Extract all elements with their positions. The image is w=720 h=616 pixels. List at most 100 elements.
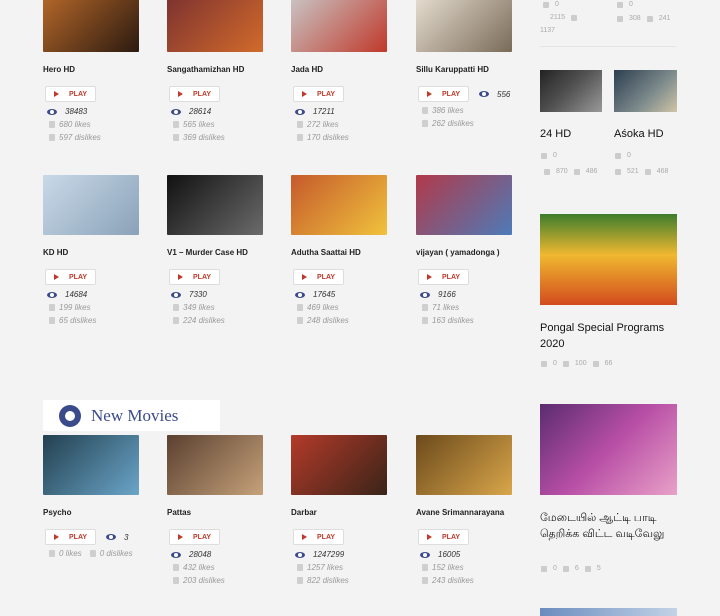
- sidebar-top-dislikes-a: 1137: [540, 27, 556, 34]
- sidebar-thumb-pongal[interactable]: [540, 214, 677, 305]
- eye-icon: [171, 291, 181, 298]
- divider: [540, 46, 676, 47]
- play-icon: [427, 534, 432, 540]
- movie-card[interactable]: Hero HD PLAY 38483 680 likes 597 dislike…: [43, 0, 139, 142]
- play-button[interactable]: PLAY: [45, 269, 97, 285]
- thumbs-down-icon: [297, 317, 303, 324]
- movie-thumbnail[interactable]: [43, 175, 139, 235]
- play-button[interactable]: PLAY: [293, 529, 345, 545]
- play-button[interactable]: PLAY: [169, 269, 221, 285]
- movie-thumbnail[interactable]: [167, 0, 263, 52]
- view-count: 3: [106, 533, 128, 542]
- movie-card[interactable]: vijayan ( yamadonga ) PLAY 9166 71 likes…: [416, 175, 512, 325]
- sidebar-thumb-asoka[interactable]: [614, 70, 677, 112]
- movie-thumbnail[interactable]: [291, 0, 387, 52]
- eye-icon: [47, 291, 57, 298]
- view-count: 16005: [420, 550, 512, 559]
- movie-title[interactable]: Hero HD: [43, 65, 163, 74]
- eye-icon: [420, 551, 430, 558]
- likes: 1257 likes: [297, 563, 387, 572]
- movie-card[interactable]: V1 – Murder Case HD PLAY 7330 349 likes …: [167, 175, 263, 325]
- sidebar-thumb-next[interactable]: [540, 608, 677, 616]
- likes: 0 likes: [49, 549, 82, 558]
- movie-title[interactable]: vijayan ( yamadonga ): [416, 248, 536, 257]
- sidebar-thumb-24[interactable]: [540, 70, 602, 112]
- thumbs-down-icon: [173, 317, 179, 324]
- movie-title[interactable]: Avane Srimannarayana: [416, 508, 536, 517]
- play-button[interactable]: PLAY: [169, 86, 221, 102]
- thumbs-down-icon: [297, 577, 303, 584]
- play-icon: [178, 91, 183, 97]
- play-button[interactable]: PLAY: [293, 86, 345, 102]
- movie-thumbnail[interactable]: [167, 435, 263, 495]
- movie-card[interactable]: KD HD PLAY 14684 199 likes 65 dislikes: [43, 175, 139, 325]
- eye-icon: [106, 534, 117, 540]
- thumbs-down-icon: [422, 317, 428, 324]
- movie-title[interactable]: V1 – Murder Case HD: [167, 248, 287, 257]
- play-button[interactable]: PLAY: [293, 269, 345, 285]
- play-button[interactable]: PLAY: [418, 86, 470, 102]
- dislikes: 224 dislikes: [173, 316, 263, 325]
- play-button[interactable]: PLAY: [418, 269, 470, 285]
- thumbs-up-icon: [173, 564, 179, 571]
- movie-card[interactable]: Adutha Saattai HD PLAY 17645 469 likes 2…: [291, 175, 387, 325]
- eye-icon: [479, 91, 490, 97]
- thumbs-up-icon: [173, 121, 179, 128]
- dislikes: 369 dislikes: [173, 133, 263, 142]
- sidebar-title-asoka[interactable]: Aśoka HD: [614, 128, 664, 140]
- view-count: 14684: [47, 290, 139, 299]
- movie-title[interactable]: Darbar: [291, 508, 411, 517]
- sidebar-title-pongal[interactable]: Pongal Special Programs 2020: [540, 320, 680, 352]
- eye-icon: [295, 551, 305, 558]
- movie-title[interactable]: Psycho: [43, 508, 163, 517]
- play-button[interactable]: PLAY: [45, 86, 97, 102]
- dislikes: 0 dislikes: [89, 549, 133, 558]
- eye-icon: [47, 108, 57, 115]
- movie-card[interactable]: Sillu Karuppatti HD PLAY 556 386 likes 2…: [416, 0, 512, 128]
- movie-title[interactable]: Pattas: [167, 508, 287, 517]
- play-icon: [302, 91, 307, 97]
- movie-title[interactable]: Jada HD: [291, 65, 411, 74]
- movie-card[interactable]: Sangathamizhan HD PLAY 28614 565 likes 3…: [167, 0, 263, 142]
- movie-card[interactable]: Jada HD PLAY 17211 272 likes 170 dislike…: [291, 0, 387, 142]
- movie-title[interactable]: Adutha Saattai HD: [291, 248, 411, 257]
- thumbs-up-icon: [49, 550, 55, 557]
- play-button[interactable]: PLAY: [418, 529, 470, 545]
- movie-thumbnail[interactable]: [43, 435, 139, 495]
- dislikes: 262 dislikes: [422, 119, 512, 128]
- movie-thumbnail[interactable]: [416, 175, 512, 235]
- play-icon: [178, 274, 183, 280]
- dislikes: 203 dislikes: [173, 576, 263, 585]
- sidebar-title-vadivelu[interactable]: மேடையில் ஆட்டி பாடி தெறிக்க விட்ட வடிவேல…: [540, 510, 680, 542]
- sidebar-top-stats-a: 2115: [550, 14, 578, 21]
- likes: 565 likes: [173, 120, 263, 129]
- movie-thumbnail[interactable]: [291, 435, 387, 495]
- play-button[interactable]: PLAY: [45, 529, 97, 545]
- play-icon: [178, 534, 183, 540]
- new-movies-banner[interactable]: New Movies: [43, 400, 220, 431]
- dislikes: 597 dislikes: [49, 133, 139, 142]
- play-button[interactable]: PLAY: [169, 529, 221, 545]
- movie-thumbnail[interactable]: [416, 435, 512, 495]
- movie-title[interactable]: KD HD: [43, 248, 163, 257]
- dislikes: 163 dislikes: [422, 316, 512, 325]
- movie-thumbnail[interactable]: [43, 0, 139, 52]
- sidebar-thumb-vadivelu[interactable]: [540, 404, 677, 495]
- thumbs-down-icon: [173, 134, 179, 141]
- movie-card[interactable]: Darbar PLAY 1247299 1257 likes 822 disli…: [291, 435, 387, 585]
- movie-card[interactable]: Avane Srimannarayana PLAY 16005 152 like…: [416, 435, 512, 585]
- movie-thumbnail[interactable]: [291, 175, 387, 235]
- likes: 386 likes: [422, 106, 512, 115]
- eye-icon: [420, 291, 430, 298]
- view-count: 7330: [171, 290, 263, 299]
- movie-card[interactable]: Psycho PLAY 3 0 likes 0 dislikes: [43, 435, 139, 558]
- movie-thumbnail[interactable]: [167, 175, 263, 235]
- movie-title[interactable]: Sangathamizhan HD: [167, 65, 287, 74]
- sidebar-title-24[interactable]: 24 HD: [540, 128, 571, 140]
- movie-card[interactable]: Pattas PLAY 28048 432 likes 203 dislikes: [167, 435, 263, 585]
- movie-title[interactable]: Sillu Karuppatti HD: [416, 65, 536, 74]
- movie-thumbnail[interactable]: [416, 0, 512, 52]
- sidebar-stats-24: 870 486: [544, 168, 597, 175]
- thumbs-down-icon: [49, 317, 55, 324]
- play-icon: [54, 91, 59, 97]
